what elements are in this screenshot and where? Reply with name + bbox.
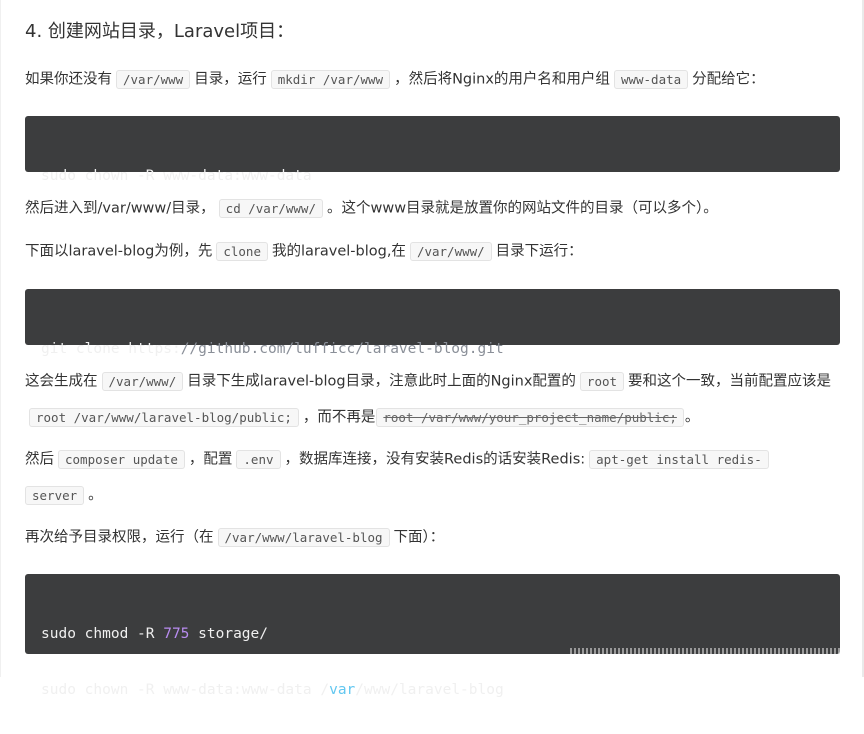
paragraph-create-www: 如果你还没有/var/www 目录，运行 mkdir /var/www ，然后将Ngi…	[25, 62, 840, 98]
code-comment: //github.com/lufficc/laravel-blog.git	[180, 341, 504, 357]
inline-code: apt-get install redis-	[589, 450, 769, 469]
inline-code: www-data	[613, 70, 689, 89]
code-text: storage/	[189, 626, 268, 642]
inline-code: clone	[216, 242, 268, 261]
inline-code: /var/www/	[101, 372, 184, 391]
inline-code: root /var/www/laravel-blog/public;	[29, 408, 299, 427]
inline-code: .env	[236, 450, 281, 469]
text: 目录下运行：	[495, 243, 583, 260]
code-text: /www/laravel-blog	[355, 682, 504, 698]
text: 。这个www目录就是放置你的网站文件的目录（可以多个）。	[326, 200, 718, 217]
inline-code: cd /var/www/	[218, 199, 323, 218]
text: 。	[88, 487, 103, 504]
horizontal-scrollbar[interactable]	[570, 648, 840, 654]
code-line: sudo chmod -R 775 storage/	[41, 622, 824, 646]
code-line: git clone https://github.com/lufficc/lar…	[41, 337, 824, 361]
text: 再次给予目录权限，运行（在	[25, 529, 214, 546]
section-heading: 4. 创建网站目录，Laravel项目：	[25, 21, 295, 42]
text: 目录，运行	[194, 71, 267, 88]
text: ，而不再是	[302, 409, 376, 426]
text: 如果你还没有	[25, 71, 112, 88]
paragraph-nginx-root: 这会生成在/var/www/目录下生成laravel-blog目录，注意此时上面…	[25, 364, 840, 436]
code-number: 775	[163, 626, 190, 642]
inline-code: /var/www/	[409, 242, 492, 261]
inline-code: mkdir /var/www	[270, 70, 391, 89]
text: 这会生成在	[25, 373, 98, 390]
text: 要和这个一致，当前配置应该是	[628, 373, 832, 390]
text: 目录下生成laravel-blog目录，注意此时上面的Nginx配置的	[187, 373, 576, 390]
text: ，然后将Nginx的用户名和用户组	[394, 71, 610, 88]
paragraph-clone: 下面以laravel-blog为例，先 clone 我的laravel-blog,在…	[25, 234, 840, 270]
text: 然后进入到/var/www/目录，	[25, 200, 215, 217]
text: ，配置	[188, 451, 233, 468]
code-block-chmod: sudo chmod -R 775 storage/ sudo chown -R…	[25, 574, 840, 698]
text: 下面）：	[393, 529, 445, 546]
inline-code-strikethrough: root /var/www/your_project_name/public;	[376, 408, 684, 427]
paragraph-permissions: 再次给予目录权限，运行（在/var/www/laravel-blog 下面）：	[25, 520, 840, 556]
text: ，数据库连接，没有安装Redis的话安装Redis:	[284, 451, 586, 468]
inline-code: /var/www	[116, 70, 191, 89]
code-block-chown: sudo chown -R www-data:www-data	[25, 116, 840, 184]
text: 然后	[25, 451, 54, 468]
text: 。	[684, 409, 700, 426]
text: 分配给它：	[692, 71, 765, 88]
code-text: sudo chown -R www-data:www-data /	[41, 682, 330, 698]
article-content: 4. 创建网站目录，Laravel项目： 如果你还没有/var/www 目录，运行…	[0, 0, 864, 698]
code-line: sudo chown -R www-data:www-data /var/www…	[41, 678, 824, 702]
content-left-border	[0, 0, 1, 677]
code-text: sudo chmod -R	[41, 626, 164, 642]
inline-code: /var/www/laravel-blog	[217, 528, 390, 547]
inline-code: server	[25, 486, 85, 505]
inline-code: composer update	[58, 450, 185, 469]
code-keyword: var	[329, 682, 356, 698]
code-line: sudo chown -R www-data:www-data	[41, 168, 312, 184]
code-block-git-clone: git clone https://github.com/lufficc/lar…	[25, 289, 840, 357]
text: 下面以laravel-blog为例，先	[25, 243, 213, 260]
inline-code: root	[579, 372, 625, 391]
paragraph-composer: 然后 composer update ，配置 .env ，数据库连接，没有安装Redis…	[25, 442, 840, 514]
code-command: git clone https:	[41, 341, 181, 357]
paragraph-cd-www: 然后进入到/var/www/目录， cd /var/www/。这个www目录就是放…	[25, 191, 840, 227]
text: 我的laravel-blog,在	[271, 243, 406, 260]
